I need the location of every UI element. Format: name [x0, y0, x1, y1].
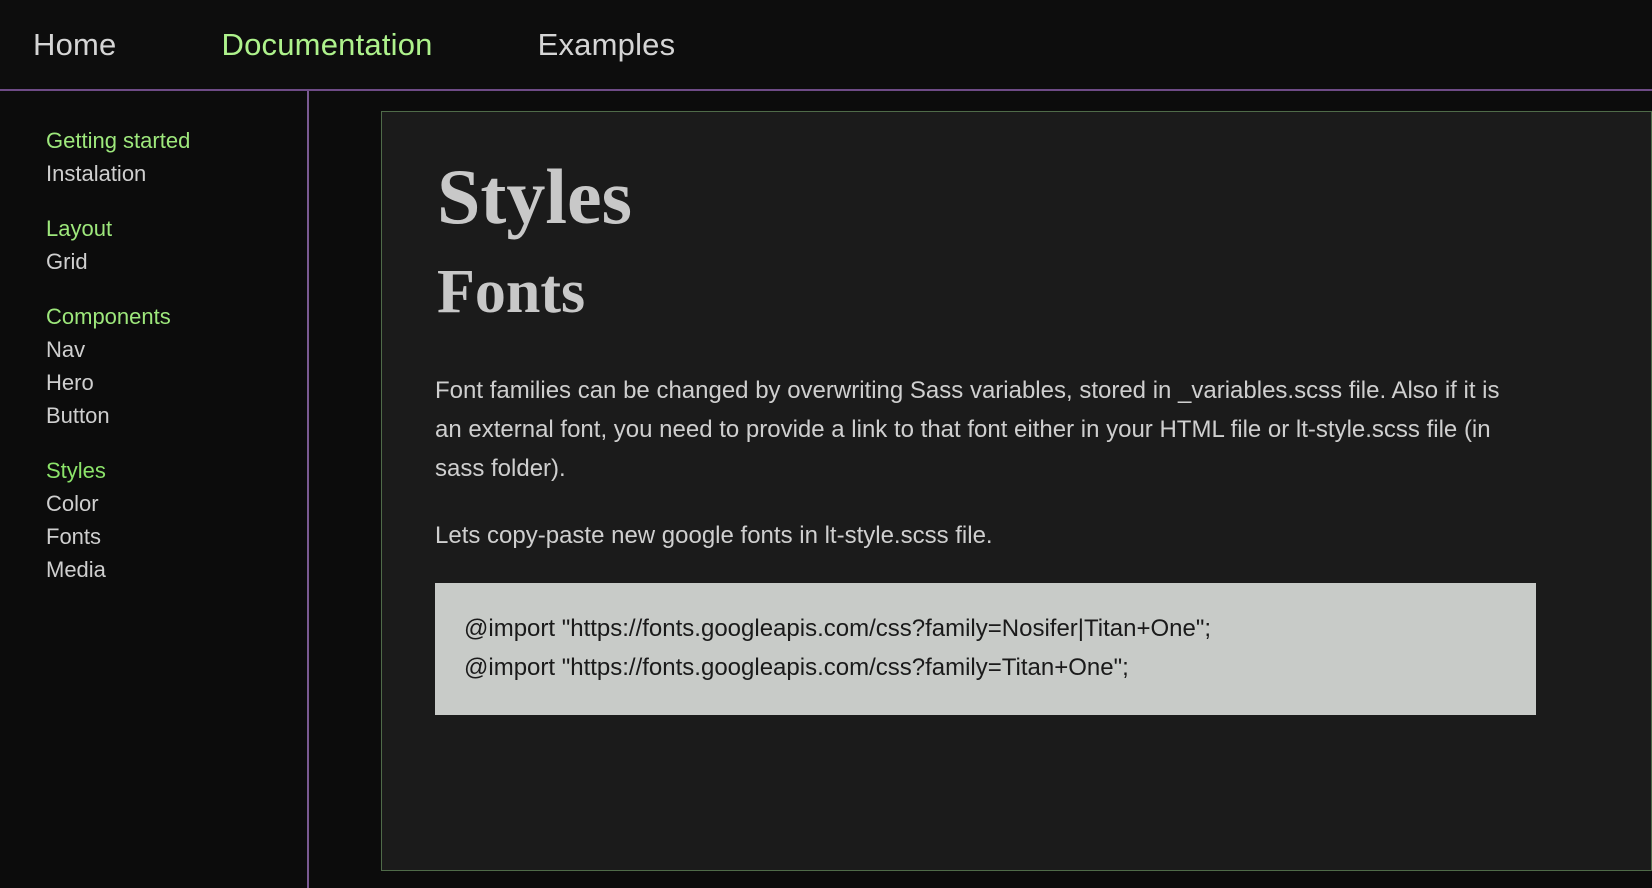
- top-navbar: Home Documentation Examples: [0, 0, 1652, 91]
- nav-item-home[interactable]: Home: [33, 27, 117, 63]
- nav-item-examples[interactable]: Examples: [538, 27, 676, 63]
- sidebar-heading-components[interactable]: Components: [46, 300, 307, 333]
- sidebar-item-fonts[interactable]: Fonts: [46, 520, 307, 553]
- sidebar-item-grid[interactable]: Grid: [46, 245, 307, 278]
- sidebar-group-layout: Layout Grid: [46, 212, 307, 278]
- sidebar-heading-layout[interactable]: Layout: [46, 212, 307, 245]
- sidebar-group-getting-started: Getting started Instalation: [46, 124, 307, 190]
- sidebar-item-color[interactable]: Color: [46, 487, 307, 520]
- sidebar-item-media[interactable]: Media: [46, 553, 307, 586]
- sidebar-item-instalation[interactable]: Instalation: [46, 157, 307, 190]
- sidebar-group-styles: Styles Color Fonts Media: [46, 454, 307, 586]
- sidebar-item-nav[interactable]: Nav: [46, 333, 307, 366]
- paragraph-font-families: Font families can be changed by overwrit…: [435, 376, 1500, 482]
- code-line: @import "https://fonts.googleapis.com/cs…: [464, 653, 1129, 681]
- content-panel: Styles Fonts Font families can be change…: [381, 111, 1652, 871]
- sidebar-heading-getting-started[interactable]: Getting started: [46, 124, 307, 157]
- sidebar-navigation: Getting started Instalation Layout Grid …: [0, 91, 309, 888]
- sidebar-group-components: Components Nav Hero Button: [46, 300, 307, 432]
- sidebar-item-hero[interactable]: Hero: [46, 366, 307, 399]
- section-heading-fonts: Fonts: [437, 257, 586, 326]
- code-line: @import "https://fonts.googleapis.com/cs…: [464, 614, 1212, 642]
- page-title: Styles: [437, 153, 632, 240]
- paragraph-copy-paste: Lets copy-paste new google fonts in lt-s…: [435, 521, 993, 549]
- main-content: Styles Fonts Font families can be change…: [309, 91, 1652, 888]
- code-block-imports: @import "https://fonts.googleapis.com/cs…: [435, 582, 1536, 715]
- nav-item-documentation[interactable]: Documentation: [222, 27, 433, 63]
- sidebar-item-button[interactable]: Button: [46, 399, 307, 432]
- sidebar-heading-styles[interactable]: Styles: [46, 454, 307, 487]
- documentation-page: Home Documentation Examples Getting star…: [0, 0, 1652, 888]
- body-area: Getting started Instalation Layout Grid …: [0, 91, 1652, 888]
